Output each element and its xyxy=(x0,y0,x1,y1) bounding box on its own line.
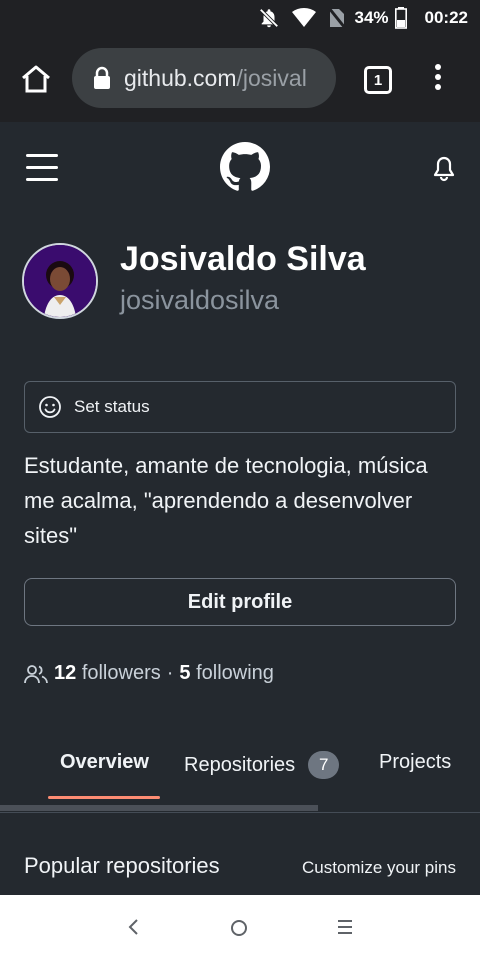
profile-bio: Estudante, amante de tecnologia, música … xyxy=(24,453,428,548)
popular-repositories-section: Popular repositories Customize your pins xyxy=(0,813,480,895)
address-bar[interactable]: github.com/josival xyxy=(72,48,336,108)
github-logo-icon[interactable] xyxy=(220,142,270,192)
tab-repositories-label: Repositories xyxy=(184,753,296,776)
separator: · xyxy=(166,662,174,684)
edit-profile-button[interactable]: Edit profile xyxy=(24,578,456,626)
recent-apps-icon[interactable] xyxy=(338,920,352,934)
battery-icon xyxy=(394,7,407,29)
home-icon[interactable] xyxy=(20,64,52,94)
more-menu-icon[interactable] xyxy=(432,64,444,94)
selected-tab-indicator xyxy=(48,796,160,799)
tab-overview[interactable]: Overview xyxy=(60,751,149,774)
url-host: github.com xyxy=(124,64,237,91)
status-bar: 34% 00:22 xyxy=(0,0,480,36)
set-status-button[interactable]: Set status xyxy=(24,381,456,433)
wifi-icon xyxy=(292,8,317,28)
tab-switcher-button[interactable]: 1 xyxy=(364,66,392,94)
battery-percent: 34% xyxy=(354,8,389,27)
smiley-icon xyxy=(39,396,61,418)
popular-repositories-title: Popular repositories xyxy=(24,853,220,878)
following-count: 5 xyxy=(179,662,191,684)
followers-link[interactable]: 12 followers xyxy=(54,662,161,685)
avatar[interactable] xyxy=(22,243,98,319)
tab-repositories[interactable]: Repositories 7 xyxy=(184,751,340,779)
url-text: github.com/josival xyxy=(124,65,307,92)
set-status-label: Set status xyxy=(74,397,150,416)
profile-username: josivaldosilva xyxy=(120,285,280,315)
profile-name: Josivaldo Silva xyxy=(120,240,366,278)
profile-tabs: Overview Repositories 7 Projects xyxy=(0,735,480,813)
followers-count: 12 xyxy=(54,662,77,684)
lock-icon xyxy=(94,66,110,89)
tabs-scrollbar[interactable] xyxy=(0,805,318,811)
follow-stats: 12 followers · 5 following xyxy=(24,662,274,685)
followers-label: followers xyxy=(81,662,161,684)
home-nav-icon[interactable] xyxy=(231,920,247,936)
people-icon xyxy=(24,664,48,683)
back-icon[interactable] xyxy=(126,917,142,937)
github-header xyxy=(0,122,480,212)
tab-projects[interactable]: Projects xyxy=(379,751,451,774)
clock: 00:22 xyxy=(424,8,468,27)
customize-pins-link[interactable]: Customize your pins xyxy=(302,858,456,878)
url-path: /josival xyxy=(236,64,307,91)
no-sim-icon xyxy=(328,7,347,29)
notifications-off-icon xyxy=(258,7,280,29)
repositories-count-badge: 7 xyxy=(308,751,340,779)
notifications-bell-icon[interactable] xyxy=(432,156,456,182)
hamburger-menu-icon[interactable] xyxy=(26,154,58,181)
system-navigation-bar xyxy=(0,895,480,960)
following-label: following xyxy=(196,662,274,684)
following-link[interactable]: 5 following xyxy=(179,662,274,685)
browser-toolbar: github.com/josival 1 xyxy=(0,36,480,122)
